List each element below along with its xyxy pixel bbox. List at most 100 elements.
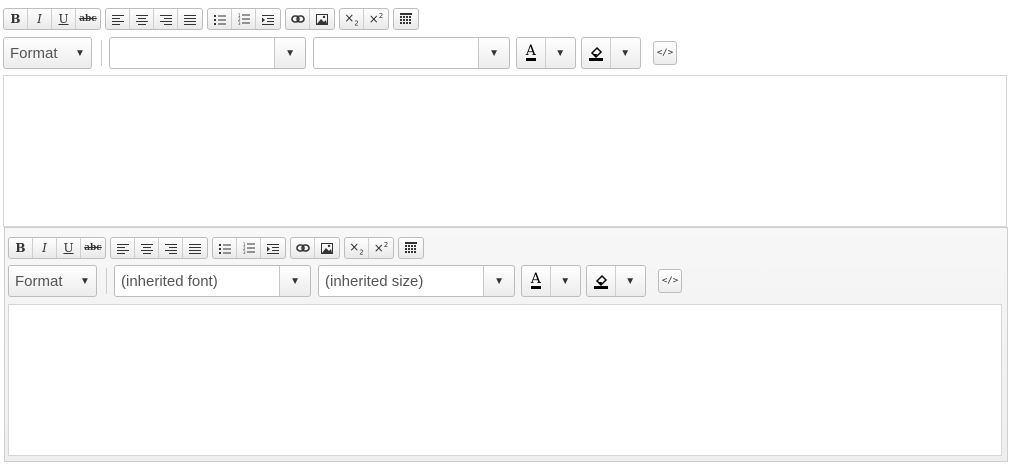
chevron-down-icon[interactable]: ▼ bbox=[611, 38, 640, 68]
align-right-icon bbox=[164, 243, 177, 254]
superscript-button[interactable]: ×2 bbox=[364, 9, 388, 29]
insert-group bbox=[285, 8, 335, 30]
chevron-down-icon: ▼ bbox=[489, 47, 500, 59]
subscript-button[interactable]: ×2 bbox=[340, 9, 364, 29]
font-size-field[interactable] bbox=[314, 38, 480, 68]
background-color-main[interactable] bbox=[587, 266, 616, 296]
italic-icon: I bbox=[42, 241, 47, 255]
script-group: ×2 ×2 bbox=[344, 237, 394, 259]
font-size-combo[interactable]: (inherited size) ▼ bbox=[318, 265, 515, 297]
text-color-button[interactable]: A ▼ bbox=[521, 265, 581, 297]
background-color-main[interactable] bbox=[582, 38, 611, 68]
background-color-icon bbox=[593, 274, 608, 289]
format-dropdown[interactable]: Format ▼ bbox=[8, 265, 97, 297]
strikethrough-button[interactable]: abc bbox=[76, 9, 100, 29]
link-button[interactable] bbox=[286, 9, 310, 29]
toolbar-row-fonts: Format ▼ ▼ ▼ A ▼ ▼ </> bbox=[3, 37, 677, 69]
image-button[interactable] bbox=[310, 9, 334, 29]
chevron-down-icon[interactable]: ▼ bbox=[551, 266, 580, 296]
chevron-down-icon[interactable]: ▼ bbox=[616, 266, 645, 296]
bold-icon: B bbox=[10, 12, 21, 26]
svg-text:3: 3 bbox=[238, 21, 241, 25]
numbered-list-icon: 123 bbox=[243, 242, 255, 254]
list-group: 123 bbox=[207, 8, 281, 30]
image-icon bbox=[321, 242, 333, 254]
table-icon bbox=[405, 242, 417, 253]
bold-button[interactable]: B bbox=[4, 9, 28, 29]
image-button[interactable] bbox=[315, 238, 339, 258]
editor-content-outer[interactable] bbox=[3, 75, 1007, 227]
font-family-field[interactable] bbox=[110, 38, 276, 68]
font-size-field[interactable]: (inherited size) bbox=[319, 266, 485, 296]
format-dropdown[interactable]: Format ▼ bbox=[3, 37, 92, 69]
chevron-down-icon: ▼ bbox=[75, 47, 85, 59]
text-color-icon: A bbox=[525, 43, 536, 61]
bold-button[interactable]: B bbox=[9, 238, 33, 258]
superscript-icon: ×2 bbox=[368, 12, 384, 26]
chevron-down-icon[interactable]: ▼ bbox=[546, 38, 575, 68]
source-code-button[interactable]: </> bbox=[658, 269, 682, 293]
align-center-button[interactable] bbox=[135, 238, 159, 258]
table-button[interactable] bbox=[394, 9, 418, 29]
align-left-button[interactable] bbox=[111, 238, 135, 258]
underline-button[interactable]: U bbox=[57, 238, 81, 258]
underline-button[interactable]: U bbox=[52, 9, 76, 29]
align-justify-button[interactable] bbox=[178, 9, 202, 29]
font-family-combo[interactable]: ▼ bbox=[109, 37, 306, 69]
font-size-combo[interactable]: ▼ bbox=[313, 37, 510, 69]
font-family-combo[interactable]: (inherited font) ▼ bbox=[114, 265, 311, 297]
align-left-icon bbox=[111, 14, 124, 25]
source-code-button[interactable]: </> bbox=[653, 41, 677, 65]
source-code-icon: </> bbox=[661, 276, 679, 286]
font-family-field[interactable]: (inherited font) bbox=[115, 266, 281, 296]
text-color-main[interactable]: A bbox=[517, 38, 546, 68]
superscript-icon: ×2 bbox=[373, 241, 389, 255]
source-code-icon: </> bbox=[656, 48, 674, 58]
align-center-button[interactable] bbox=[130, 9, 154, 29]
align-right-button[interactable] bbox=[154, 9, 178, 29]
list-group: 123 bbox=[212, 237, 286, 259]
background-color-button[interactable]: ▼ bbox=[586, 265, 646, 297]
format-label: Format bbox=[10, 44, 58, 62]
bullet-list-button[interactable] bbox=[208, 9, 232, 29]
superscript-button[interactable]: ×2 bbox=[369, 238, 393, 258]
indent-button[interactable] bbox=[261, 238, 285, 258]
align-left-button[interactable] bbox=[106, 9, 130, 29]
link-icon bbox=[295, 244, 310, 252]
numbered-list-icon: 123 bbox=[238, 13, 250, 25]
italic-button[interactable]: I bbox=[28, 9, 52, 29]
strikethrough-icon: abc bbox=[79, 14, 97, 24]
numbered-list-button[interactable]: 123 bbox=[237, 238, 261, 258]
indent-button[interactable] bbox=[256, 9, 280, 29]
bold-icon: B bbox=[15, 241, 26, 255]
underline-icon: U bbox=[58, 12, 69, 26]
toolbar-row-formatting: B I U abc 123 ×2 ×2 bbox=[8, 237, 424, 259]
editor-content-inner[interactable] bbox=[8, 304, 1002, 456]
image-icon bbox=[316, 13, 328, 25]
toolbar-row-fonts: Format ▼ (inherited font) ▼ (inherited s… bbox=[8, 265, 682, 297]
link-button[interactable] bbox=[291, 238, 315, 258]
chevron-down-icon: ▼ bbox=[80, 275, 90, 287]
alignment-group bbox=[105, 8, 203, 30]
background-color-icon bbox=[588, 46, 603, 61]
strikethrough-button[interactable]: abc bbox=[81, 238, 105, 258]
text-color-button[interactable]: A ▼ bbox=[516, 37, 576, 69]
text-color-main[interactable]: A bbox=[522, 266, 551, 296]
align-right-button[interactable] bbox=[159, 238, 183, 258]
italic-button[interactable]: I bbox=[33, 238, 57, 258]
align-center-icon bbox=[140, 243, 153, 254]
background-color-button[interactable]: ▼ bbox=[581, 37, 641, 69]
text-color-icon: A bbox=[530, 271, 541, 289]
italic-icon: I bbox=[37, 12, 42, 26]
align-right-icon bbox=[159, 14, 172, 25]
align-justify-icon bbox=[184, 14, 196, 25]
bullet-list-icon bbox=[218, 243, 231, 254]
text-style-group: B I U abc bbox=[8, 237, 106, 259]
subscript-icon: ×2 bbox=[344, 10, 359, 28]
table-button[interactable] bbox=[399, 238, 423, 258]
subscript-button[interactable]: ×2 bbox=[345, 238, 369, 258]
align-justify-button[interactable] bbox=[183, 238, 207, 258]
table-group bbox=[393, 8, 419, 30]
numbered-list-button[interactable]: 123 bbox=[232, 9, 256, 29]
bullet-list-button[interactable] bbox=[213, 238, 237, 258]
